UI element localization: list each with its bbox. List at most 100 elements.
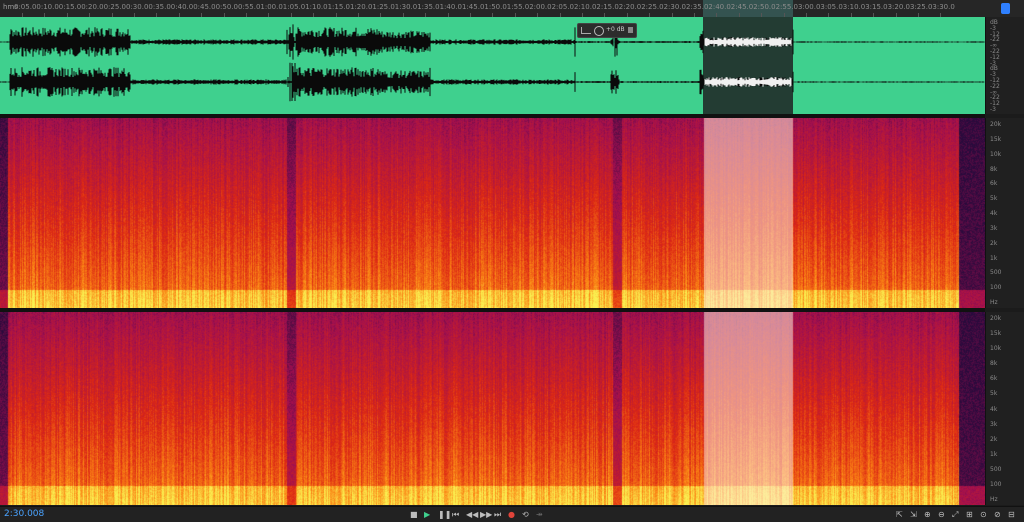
ruler-tick-label: 1:35.0 — [417, 3, 440, 11]
ruler-tick-label: 3:00.0 — [798, 3, 821, 11]
spectral-scale-label: 10k — [990, 150, 1002, 158]
spectral-scale-label: 4k — [990, 405, 998, 413]
loop-button[interactable]: ⟲ — [522, 510, 529, 519]
ruler-tick-label: 0:10.0 — [36, 3, 59, 11]
spectral-scale-label: 8k — [990, 360, 998, 368]
spectral-scale-label: 2k — [990, 435, 998, 443]
spectral-scale-left: 20k 15k 10k 8k 6k 5k 4k 3k 2k 1k 500 100 Hz — [985, 118, 1024, 308]
ruler-tick-label: 3:20.0 — [887, 3, 910, 11]
ruler-tick-label: 3:15.0 — [865, 3, 888, 11]
spectral-scale-label: Hz — [990, 496, 998, 503]
record-button[interactable]: ● — [508, 510, 515, 519]
spectral-scale-label: 8k — [990, 165, 998, 173]
rewind-button[interactable]: ◀◀ — [466, 510, 478, 519]
ruler-tick-label: 0:50.0 — [215, 3, 238, 11]
waveform-selected-audio — [704, 37, 792, 47]
ruler-tick-label: 1:30.0 — [394, 3, 418, 11]
current-time: 2:30.008 — [4, 509, 45, 519]
spectral-scale-label: 3k — [990, 420, 998, 428]
spectrogram-right[interactable] — [0, 312, 985, 505]
ruler-tick-label: 0:35.0 — [148, 3, 171, 11]
zoom-out-amplitude-icon[interactable]: ⇲ — [910, 510, 917, 519]
ruler-tick-label: 0:05.0 — [14, 3, 37, 11]
ruler-tick-label: 1:25.0 — [372, 3, 395, 11]
ruler-tick-label: 0:15.0 — [58, 3, 82, 11]
play-button[interactable]: ▶ — [424, 510, 430, 519]
ruler-tick-label: 0:20.0 — [81, 3, 104, 11]
spectral-scale-label: 10k — [990, 345, 1002, 353]
waveform-scale: dB -3 -12 -22 -∞ -22 -12 -3 dB -3 -12 -22 -∞ -22 -12 -3 — [985, 17, 1024, 114]
spectral-scale-label: 500 — [990, 465, 1002, 473]
ruler-tick-label: 0:40.0 — [170, 3, 194, 11]
spectrogram-left[interactable] — [0, 118, 985, 308]
waveform-display[interactable] — [0, 17, 985, 114]
fast-forward-button[interactable]: ▶▶ — [480, 510, 492, 519]
timeline-ruler[interactable]: hms 0:05.0 0:10.0 0:15.0 0:20.0 0:25.0 0:30.0… — [0, 0, 1024, 18]
spectral-scale-label: 5k — [990, 195, 998, 203]
ruler-tick-label: 2:40.0 — [708, 3, 731, 11]
ruler-tick-label: 1:45.0 — [462, 3, 485, 11]
spectral-scale-label: 100 — [990, 284, 1002, 292]
hud-graph-icon — [581, 27, 591, 34]
spectral-scale-label: 20k — [990, 121, 1002, 128]
waveform-selection[interactable] — [703, 17, 793, 114]
volume-hud[interactable]: +0 dB — [577, 23, 637, 38]
spectral-scale-label: 4k — [990, 210, 998, 217]
spectral-scale-label: 100 — [990, 480, 1002, 488]
spectral-scale-label: 20k — [990, 315, 1002, 322]
volume-knob[interactable] — [594, 26, 604, 36]
zoom-full-icon[interactable]: ⤢ — [952, 510, 958, 519]
ruler-tick-label: 2:15.0 — [596, 3, 619, 11]
waveform-graphic — [0, 17, 985, 114]
ruler-tick-label: 2:00.0 — [529, 3, 552, 11]
ruler-tick-label: 1:40.0 — [439, 3, 462, 11]
spectral-scale-label: 1k — [990, 450, 998, 458]
zoom-out-point-icon[interactable]: ⊘ — [994, 510, 1001, 519]
spectral-scale-label: Hz — [990, 299, 998, 306]
spectral-scale-label: 2k — [990, 239, 998, 247]
zoom-out-time-icon[interactable]: ⊖ — [938, 510, 945, 519]
spectral-scale-right: 20k 15k 10k 8k 6k 5k 4k 3k 2k 1k 500 100 Hz — [985, 312, 1024, 505]
volume-value: +0 dB — [606, 26, 625, 33]
ruler-tick-label: 2:20.0 — [618, 3, 642, 11]
waveform-channel — [0, 24, 985, 60]
ruler-tick-label: 1:10.0 — [305, 3, 328, 11]
ruler-tick-label: 1:55.0 — [506, 3, 530, 11]
zoom-in-time-icon[interactable]: ⊕ — [924, 510, 931, 519]
skip-selection-button[interactable]: ↠ — [536, 510, 543, 519]
go-to-end-button[interactable]: ⏭ — [494, 510, 501, 519]
spectral-scale-label: 1k — [990, 254, 998, 262]
ruler-tick-label: 1:05.0 — [282, 3, 306, 11]
ruler-tick-label: 1:50.0 — [484, 3, 507, 11]
ruler-tick-label: 1:20.0 — [350, 3, 373, 11]
spectral-scale-label: 6k — [990, 375, 998, 383]
ruler-tick-label: 2:05.0 — [551, 3, 574, 11]
playhead-icon[interactable] — [1001, 3, 1010, 14]
ruler-tick-label: 3:25.0 — [910, 3, 933, 11]
ruler-tick-label: 2:35.0 — [686, 3, 709, 11]
go-to-start-button[interactable]: ⏮ — [452, 510, 459, 519]
transport-bar: 2:30.008 ■ ▶ ❚❚ ⏮ ◀◀ ▶▶ ⏭ ● ⟲ ↠ ⇱ ⇲ ⊕ ⊖ … — [0, 506, 1024, 522]
pause-button[interactable]: ❚❚ — [438, 510, 451, 519]
waveform-scale-label: -3 — [990, 106, 996, 113]
ruler-tick-label: 2:50.0 — [753, 3, 776, 11]
pin-icon[interactable] — [628, 27, 633, 33]
ruler-tick-label: 0:55.0 — [238, 3, 261, 11]
zoom-out-full-icon[interactable]: ⊟ — [1008, 510, 1015, 519]
ruler-tick-label: 2:30.0 — [663, 3, 686, 11]
spectral-scale-label: 5k — [990, 390, 998, 398]
ruler-tick-label: 2:25.0 — [641, 3, 664, 11]
ruler-tick-label: 3:05.0 — [820, 3, 843, 11]
ruler-tick-label: 1:00.0 — [260, 3, 283, 11]
ruler-tick-label: 2:45.0 — [730, 3, 754, 11]
ruler-tick-label: 3:30.0 — [932, 3, 955, 11]
spectral-scale-label: 500 — [990, 269, 1002, 277]
zoom-in-amplitude-icon[interactable]: ⇱ — [896, 510, 903, 519]
ruler-tick-label: 2:10.0 — [574, 3, 597, 11]
ruler-tick-label: 0:25.0 — [103, 3, 126, 11]
spectral-scale-label: 6k — [990, 180, 998, 188]
stop-button[interactable]: ■ — [410, 510, 418, 519]
zoom-selection-icon[interactable]: ⊞ — [966, 510, 973, 519]
spectral-scale-label: 3k — [990, 224, 998, 232]
zoom-in-point-icon[interactable]: ⊙ — [980, 510, 987, 519]
